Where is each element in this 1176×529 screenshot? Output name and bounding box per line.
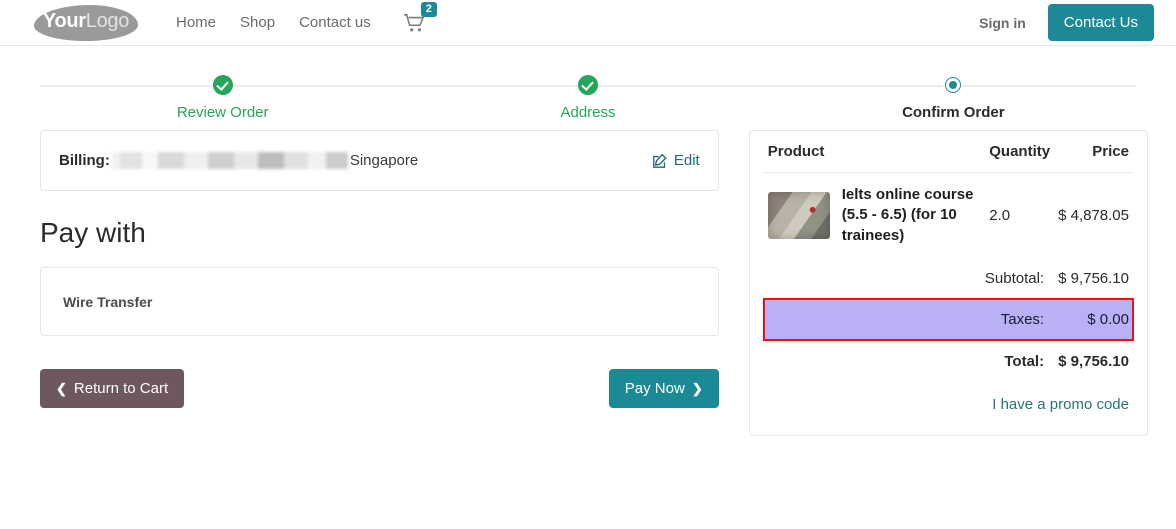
billing-country: Singapore	[349, 152, 419, 169]
nav-contact-us[interactable]: Contact us	[299, 14, 371, 31]
subtotal-value: $ 9,756.10	[1058, 269, 1129, 287]
order-summary-card: Product Quantity Price Ielts online cour…	[748, 130, 1148, 436]
payment-method-card[interactable]: Wire Transfer	[40, 267, 719, 336]
table-row: Ielts online course (5.5 - 6.5) (for 10 …	[764, 173, 1133, 258]
edit-billing-link[interactable]: Edit	[652, 152, 700, 169]
logo-text-part2: Logo	[85, 10, 130, 32]
column-header-quantity: Quantity	[985, 131, 1055, 173]
total-value: $ 9,756.10	[1054, 339, 1133, 382]
nav-home[interactable]: Home	[176, 14, 216, 31]
chevron-left-icon: ❮	[56, 381, 67, 396]
checkout-stepper: Review Order Address Confirm Order	[40, 72, 1136, 130]
return-to-cart-label: Return to Cart	[73, 380, 169, 397]
chevron-right-icon: ❯	[691, 381, 703, 396]
checkout-left-column: Billing: Singapore Edit Pay with Wire Tr…	[40, 130, 719, 408]
pay-now-button[interactable]: Pay Now ❯	[608, 369, 719, 408]
checkout-content: Billing: Singapore Edit Pay with Wire Tr…	[0, 130, 1176, 436]
step-confirm-order[interactable]: Confirm Order	[771, 72, 1136, 121]
check-circle-icon	[577, 75, 598, 95]
nav-shop[interactable]: Shop	[240, 14, 275, 31]
product-name: Ielts online course (5.5 - 6.5) (for 10 …	[841, 186, 974, 244]
pay-now-label: Pay Now	[624, 380, 685, 397]
column-header-product: Product	[763, 131, 986, 173]
checkout-right-column: Product Quantity Price Ielts online cour…	[748, 130, 1148, 436]
step-address[interactable]: Address	[405, 72, 770, 121]
step-review-order-label: Review Order	[176, 104, 269, 121]
column-header-price: Price	[1054, 131, 1133, 173]
promo-code-link[interactable]: I have a promo code	[992, 396, 1129, 413]
product-price: $ 4,878.05	[1058, 206, 1129, 224]
site-header: YourLogo Home Shop Contact us 2 Sign in …	[0, 0, 1176, 46]
step-review-order[interactable]: Review Order	[40, 72, 405, 121]
logo-text-part1: Your	[42, 10, 86, 32]
billing-address-redacted	[111, 152, 348, 169]
stepper-steps: Review Order Address Confirm Order	[40, 72, 1136, 121]
header-right-actions: Sign in Contact Us	[979, 4, 1154, 41]
order-summary-header-row: Product Quantity Price	[763, 131, 1133, 173]
pay-with-title: Pay with	[40, 217, 146, 248]
billing-label: Billing:	[59, 152, 110, 169]
brand-logo[interactable]: YourLogo	[34, 4, 138, 41]
product-cell: Ielts online course (5.5 - 6.5) (for 10 …	[764, 173, 986, 258]
taxes-value: $ 0.00	[1087, 310, 1129, 328]
promo-code-cell: I have a promo code	[764, 382, 1133, 435]
step-address-label: Address	[560, 104, 616, 121]
product-thumbnail-image	[767, 191, 830, 239]
product-quantity: 2.0	[989, 206, 1011, 224]
step-confirm-order-label: Confirm Order	[902, 104, 1005, 121]
taxes-label: Taxes:	[1000, 310, 1045, 328]
checkout-actions: ❮ Return to Cart Pay Now ❯	[40, 369, 719, 408]
pencil-square-icon	[652, 153, 667, 168]
order-summary-head: Product Quantity Price	[763, 131, 1133, 173]
current-step-dot-icon	[943, 75, 964, 95]
primary-nav: Home Shop Contact us	[176, 14, 371, 31]
return-to-cart-button[interactable]: ❮ Return to Cart	[40, 369, 185, 408]
check-circle-icon	[212, 75, 233, 95]
logo-text: YourLogo	[43, 10, 129, 33]
cart-count-badge: 2	[420, 1, 437, 17]
cart-button[interactable]: 2	[403, 1, 437, 38]
order-summary-table: Product Quantity Price Ielts online cour…	[762, 131, 1135, 435]
promo-code-row: I have a promo code	[764, 382, 1133, 435]
subtotal-row: Subtotal: $ 9,756.10	[764, 258, 1133, 299]
billing-address-card: Billing: Singapore Edit	[40, 130, 719, 191]
subtotal-label: Subtotal:	[984, 269, 1045, 287]
taxes-row-highlighted: Taxes: $ 0.00	[762, 297, 1135, 342]
edit-billing-label: Edit	[673, 152, 700, 169]
total-row: Total: $ 9,756.10	[763, 339, 1133, 382]
payment-method-label: Wire Transfer	[63, 293, 153, 310]
contact-us-button[interactable]: Contact Us	[1047, 4, 1154, 41]
order-summary-body: Ielts online course (5.5 - 6.5) (for 10 …	[762, 173, 1135, 435]
sign-in-link[interactable]: Sign in	[979, 15, 1026, 31]
total-label: Total:	[763, 339, 1055, 382]
